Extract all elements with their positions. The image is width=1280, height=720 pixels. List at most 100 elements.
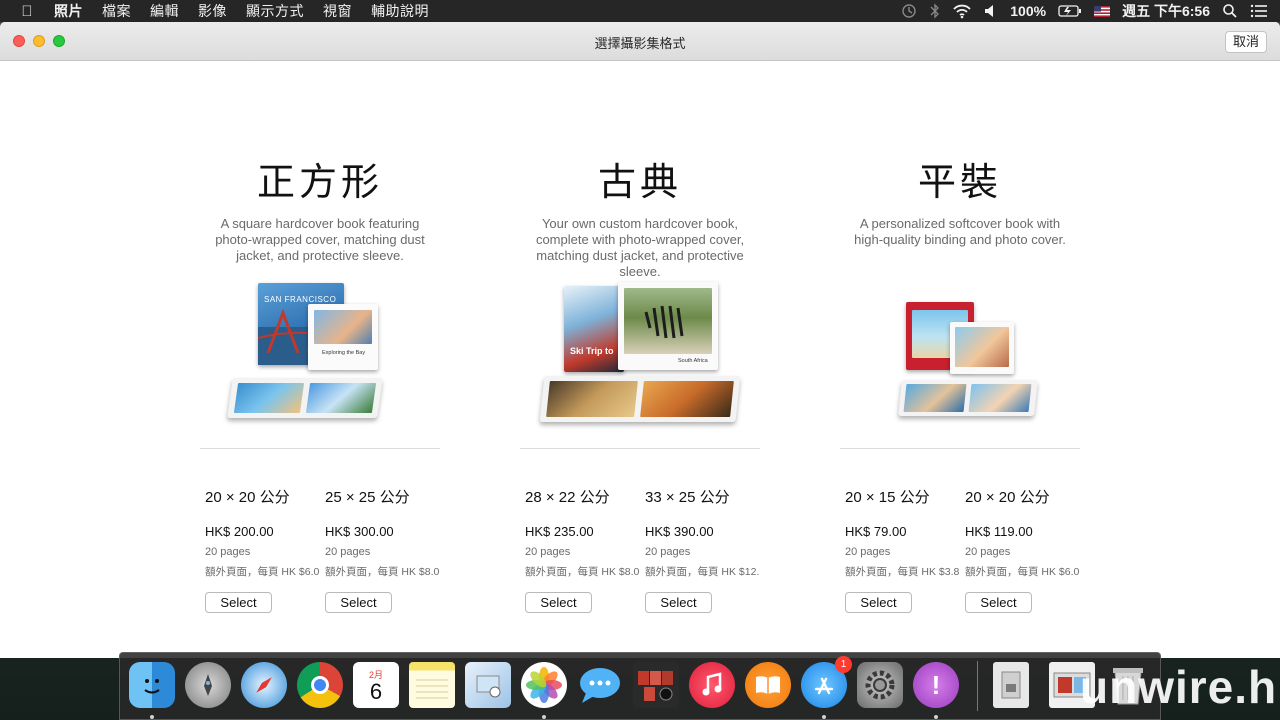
bluetooth-icon[interactable] [930, 3, 940, 19]
apple-icon[interactable]:  [0, 3, 54, 20]
size-options: 20 × 15 公分 HK$ 79.00 20 pages 額外頁面，每頁 HK… [845, 486, 1085, 613]
option-extra-page-price: 額外頁面，每頁 HK $3.8 [845, 566, 959, 578]
menu-photos[interactable]: 照片 [54, 1, 83, 21]
app-store-icon[interactable]: 1 [801, 656, 852, 708]
spotlight-search-icon[interactable] [1222, 3, 1238, 19]
select-button[interactable]: Select [845, 592, 912, 613]
size-option: 28 × 22 公分 HK$ 235.00 20 pages 額外頁面，每頁 H… [525, 486, 645, 613]
format-description: A square hardcover book featuring photo-… [215, 216, 425, 263]
option-pages: 20 pages [525, 546, 571, 558]
format-square: 正方形 A square hardcover book featuring ph… [200, 122, 440, 613]
zebra-photo [624, 288, 712, 354]
menu-image[interactable]: 影像 [198, 1, 227, 21]
launchpad-icon[interactable] [185, 662, 231, 708]
time-machine-icon[interactable] [900, 3, 918, 19]
notes-icon[interactable] [409, 662, 455, 708]
itunes-icon[interactable] [689, 662, 735, 708]
photos-running-dot [542, 715, 546, 719]
format-classic: 古典 Your own custom hardcover book, compl… [520, 122, 760, 613]
option-price: HK$ 79.00 [845, 524, 907, 539]
option-pages: 20 pages [325, 546, 371, 558]
square-book-spread [227, 378, 383, 418]
feedback-icon[interactable]: ! [913, 662, 959, 708]
photo-booth-icon[interactable] [633, 662, 679, 708]
battery-percent[interactable]: 100% [1010, 3, 1046, 19]
menu-help[interactable]: 輔助說明 [371, 1, 429, 21]
option-extra-page-price: 額外頁面，每頁 HK $6.0 [205, 566, 319, 578]
couple-photo [955, 327, 1009, 367]
feedback-running-dot [934, 715, 938, 719]
spread-photo-left [546, 381, 638, 417]
wifi-icon[interactable] [952, 3, 972, 19]
volume-icon[interactable] [984, 3, 998, 19]
classic-book-spread [539, 376, 741, 422]
size-option: 33 × 25 公分 HK$ 390.00 20 pages 額外頁面，每頁 H… [645, 486, 765, 613]
format-title: 平裝 [917, 162, 1002, 204]
size-options: 20 × 20 公分 HK$ 200.00 20 pages 額外頁面，每頁 H… [205, 486, 445, 613]
spread-photo-left [903, 384, 967, 412]
ibooks-icon[interactable] [745, 662, 791, 708]
preview-icon[interactable] [465, 662, 511, 708]
us-flag-icon[interactable] [1094, 5, 1111, 17]
select-button[interactable]: Select [205, 592, 272, 613]
format-description: Your own custom hardcover book, complete… [535, 216, 745, 279]
exclamation-mark: ! [931, 669, 941, 700]
cancel-button[interactable]: 取消 [1224, 31, 1267, 53]
menu-view[interactable]: 顯示方式 [246, 1, 304, 21]
option-price: HK$ 119.00 [965, 524, 1033, 539]
classic-page-text: South Africa [678, 358, 708, 364]
size-option: 20 × 15 公分 HK$ 79.00 20 pages 額外頁面，每頁 HK… [845, 486, 965, 613]
square-page-text: Exploring the Bay [322, 350, 366, 356]
spread-photo-left [233, 383, 305, 413]
classic-book-page: South Africa [618, 282, 718, 370]
format-softcover: 平裝 A personalized softcover book with hi… [840, 122, 1080, 613]
app-store-badge: 1 [835, 656, 852, 673]
format-divider [520, 448, 760, 449]
safari-icon[interactable] [241, 662, 287, 708]
select-button[interactable]: Select [325, 592, 392, 613]
notification-center-icon[interactable] [1250, 4, 1268, 18]
size-option: 25 × 25 公分 HK$ 300.00 20 pages 額外頁面，每頁 H… [325, 486, 445, 613]
option-pages: 20 pages [205, 546, 251, 558]
option-pages: 20 pages [965, 546, 1011, 558]
select-button[interactable]: Select [525, 592, 592, 613]
option-size: 28 × 22 公分 [525, 489, 610, 506]
option-extra-page-price: 額外頁面，每頁 HK $12. [645, 566, 759, 578]
softcover-book-spread [898, 380, 1038, 416]
window-title: 選擇攝影集格式 [594, 36, 686, 51]
option-pages: 20 pages [645, 546, 691, 558]
select-button[interactable]: Select [965, 592, 1032, 613]
finder-icon[interactable] [129, 662, 175, 708]
calendar-day: 6 [369, 678, 383, 704]
chrome-center [311, 676, 329, 694]
option-price: HK$ 235.00 [525, 524, 594, 539]
messages-icon[interactable] [577, 662, 623, 708]
app-store-running-dot [822, 715, 826, 719]
clock[interactable]: 週五 下午6:56 [1122, 1, 1210, 21]
format-title: 古典 [597, 162, 682, 204]
classic-book-illustration: Ski Trip to South Africa [520, 280, 760, 450]
calendar-icon[interactable]: 2月 6 [353, 662, 399, 708]
menu-file[interactable]: 檔案 [102, 1, 131, 21]
window-titlebar: 選擇攝影集格式 取消 [0, 22, 1280, 61]
select-button[interactable]: Select [645, 592, 712, 613]
format-divider [200, 448, 440, 449]
battery-icon[interactable] [1058, 4, 1082, 18]
spread-photo-right [968, 384, 1032, 412]
option-extra-page-price: 額外頁面，每頁 HK $8.0 [525, 566, 639, 578]
option-size: 20 × 15 公分 [845, 489, 930, 506]
chrome-icon[interactable] [297, 662, 343, 708]
archive-icon[interactable] [993, 662, 1029, 708]
dock: 2月 6 1 ! [119, 652, 1161, 720]
option-extra-page-price: 額外頁面，每頁 HK $6.0 [965, 566, 1079, 578]
system-preferences-icon[interactable] [857, 662, 903, 708]
menu-edit[interactable]: 編輯 [150, 1, 179, 21]
spread-photo-right [305, 383, 377, 413]
softcover-book-illustration [840, 280, 1080, 450]
square-cover-text: SAN FRANCISCO [264, 295, 337, 304]
option-price: HK$ 200.00 [205, 524, 274, 539]
option-price: HK$ 300.00 [325, 524, 394, 539]
photos-icon[interactable] [521, 662, 567, 708]
option-size: 20 × 20 公分 [205, 489, 290, 506]
menu-window[interactable]: 視窗 [323, 1, 352, 21]
